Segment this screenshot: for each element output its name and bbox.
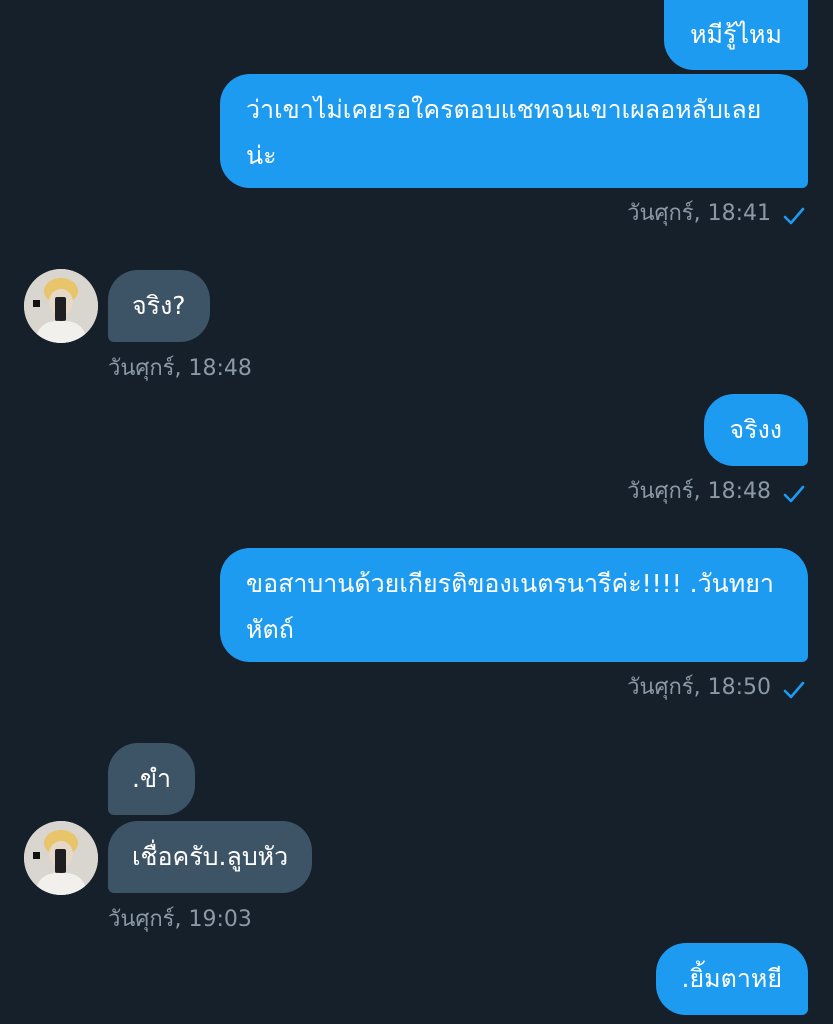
avatar[interactable] bbox=[24, 821, 98, 895]
message-timestamp: วันศุกร์, 18:50 bbox=[627, 675, 771, 700]
received-message-bubble[interactable]: จริง? bbox=[108, 270, 210, 342]
received-message-bubble[interactable]: เชื่อครับ.ลูบหัว bbox=[108, 821, 313, 893]
message-timestamp: วันศุกร์, 18:48 bbox=[627, 479, 771, 504]
received-message-bubble[interactable]: .ขำ bbox=[108, 743, 196, 815]
sent-message-bubble[interactable]: หมีรู้ไหม bbox=[664, 0, 808, 70]
message-timestamp: วันศุกร์, 19:03 bbox=[108, 907, 252, 932]
sent-message-bubble[interactable]: .ยิ้มตาหยี bbox=[655, 943, 808, 1015]
sent-message-bubble[interactable]: ขอสาบานด้วยเกียรติของเนตรนารีค่ะ!!!! .วั… bbox=[220, 548, 808, 662]
message-timestamp: วันศุกร์, 18:48 bbox=[108, 356, 252, 381]
read-checkmark-icon bbox=[782, 678, 806, 702]
sent-message-bubble[interactable]: จริงง bbox=[703, 394, 808, 466]
read-checkmark-icon bbox=[782, 204, 806, 228]
sent-message-bubble[interactable]: ว่าเขาไม่เคยรอใครตอบแชทจนเขาเผลอหลับเลยน… bbox=[220, 74, 808, 188]
read-checkmark-icon bbox=[782, 482, 806, 506]
message-timestamp: วันศุกร์, 18:41 bbox=[627, 201, 771, 226]
avatar[interactable] bbox=[24, 269, 98, 343]
